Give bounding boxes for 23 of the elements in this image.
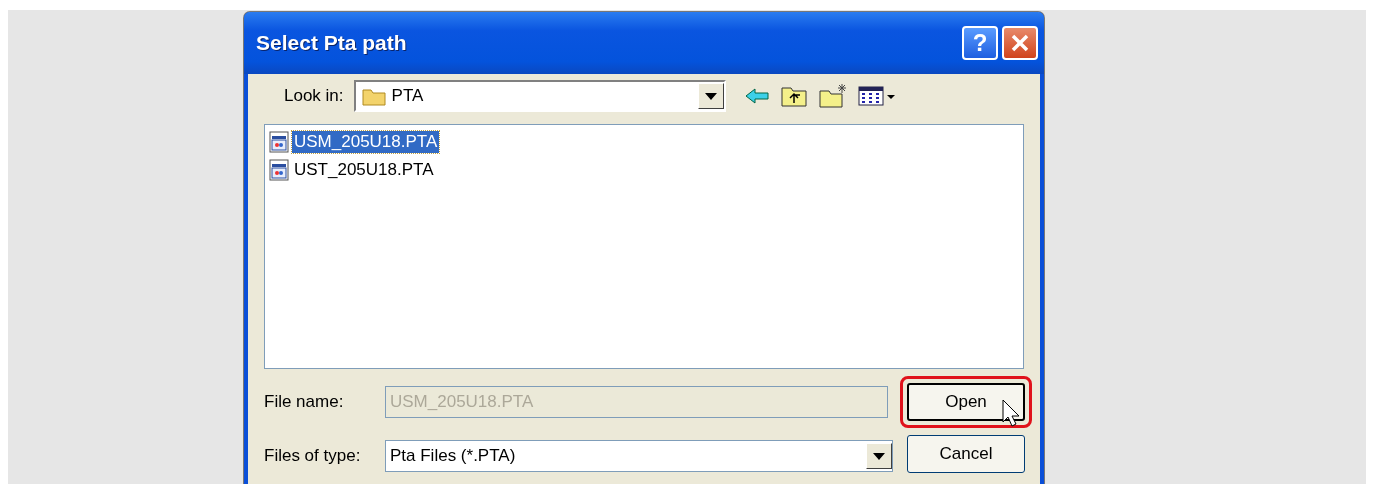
view-menu-icon[interactable]	[857, 85, 898, 107]
file-type-dropdown[interactable]: Pta Files (*.PTA)	[385, 440, 893, 472]
look-in-label: Look in:	[284, 86, 344, 106]
look-in-dropdown[interactable]: PTA	[353, 80, 726, 112]
cursor-icon	[1002, 399, 1020, 427]
dropdown-arrow-icon	[873, 452, 885, 460]
dialog-button[interactable]: Open	[907, 383, 1025, 421]
close-icon	[1011, 34, 1029, 52]
back-arrow-icon[interactable]	[743, 86, 770, 106]
file-icon	[269, 131, 289, 153]
close-button[interactable]	[1002, 26, 1038, 60]
file-item[interactable]: UST_205U18.PTA	[292, 159, 436, 181]
new-folder-icon[interactable]	[817, 83, 848, 109]
help-button[interactable]: ?	[962, 26, 998, 60]
file-type-label: Files of type:	[264, 446, 362, 466]
dialog-button[interactable]: Cancel	[907, 435, 1025, 473]
file-item[interactable]: USM_205U18.PTA	[292, 131, 440, 153]
file-icon	[269, 159, 289, 181]
file-name-label: File name:	[264, 392, 345, 412]
window-title: Select Pta path	[256, 31, 408, 55]
up-folder-icon[interactable]	[779, 84, 808, 108]
folder-icon	[361, 86, 386, 106]
dropdown-arrow-icon	[704, 92, 717, 100]
